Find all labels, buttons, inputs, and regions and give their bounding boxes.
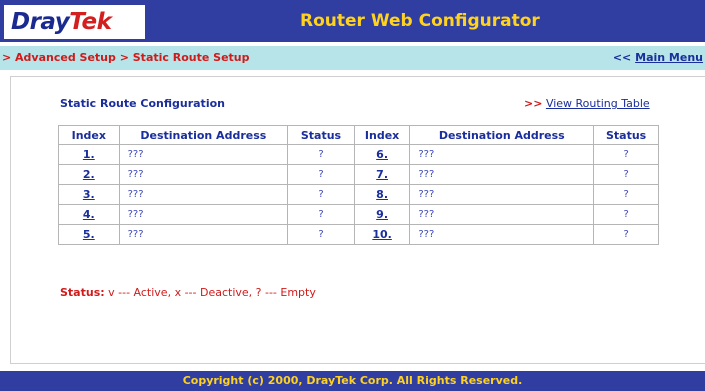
index-cell: 9. bbox=[353, 204, 411, 225]
destination-cell: ??? bbox=[118, 224, 289, 245]
header-bar: DrayTek Router Web Configurator bbox=[0, 0, 705, 42]
status-cell: ? bbox=[287, 224, 355, 245]
destination-cell: ??? bbox=[409, 164, 595, 185]
route-index-link[interactable]: 4. bbox=[83, 208, 95, 221]
breadcrumb: > Advanced Setup > Static Route Setup bbox=[2, 51, 250, 64]
header-status-left: Status bbox=[287, 125, 355, 145]
status-cell: ? bbox=[593, 204, 659, 225]
index-cell: 8. bbox=[353, 184, 411, 205]
route-index-link[interactable]: 3. bbox=[83, 188, 95, 201]
status-cell: ? bbox=[287, 164, 355, 185]
view-routing-link-container: >> View Routing Table bbox=[524, 97, 650, 111]
route-index-link[interactable]: 9. bbox=[376, 208, 388, 221]
top-divider bbox=[10, 76, 705, 77]
table-row: 5. ??? ? 10. ??? ? bbox=[58, 224, 659, 245]
route-index-link[interactable]: 2. bbox=[83, 168, 95, 181]
destination-cell: ??? bbox=[409, 204, 595, 225]
index-cell: 4. bbox=[58, 204, 120, 225]
bottom-divider bbox=[10, 363, 705, 364]
view-routing-arrows: >> bbox=[524, 97, 543, 110]
route-index-link[interactable]: 8. bbox=[376, 188, 388, 201]
breadcrumb-bar: > Advanced Setup > Static Route Setup <<… bbox=[0, 46, 705, 70]
table-header-row: Index Destination Address Status Index D… bbox=[58, 125, 659, 145]
main-menu-link[interactable]: Main Menu bbox=[635, 51, 703, 64]
header-destination-left: Destination Address bbox=[118, 125, 289, 145]
view-routing-table-link[interactable]: View Routing Table bbox=[546, 97, 650, 110]
status-cell: ? bbox=[593, 144, 659, 165]
destination-cell: ??? bbox=[409, 184, 595, 205]
table-row: 2. ??? ? 7. ??? ? bbox=[58, 164, 659, 185]
status-cell: ? bbox=[593, 184, 659, 205]
table-row: 4. ??? ? 9. ??? ? bbox=[58, 204, 659, 225]
index-cell: 1. bbox=[58, 144, 120, 165]
main-menu-arrows: << bbox=[612, 51, 632, 64]
status-cell: ? bbox=[593, 164, 659, 185]
footer-bar: Copyright (c) 2000, DrayTek Corp. All Ri… bbox=[0, 371, 705, 391]
status-cell: ? bbox=[287, 184, 355, 205]
header-status-right: Status bbox=[593, 125, 659, 145]
status-cell: ? bbox=[287, 144, 355, 165]
header-index-left: Index bbox=[58, 125, 120, 145]
index-cell: 6. bbox=[353, 144, 411, 165]
logo-text: DrayTek bbox=[11, 7, 112, 37]
logo-part-dray: Dray bbox=[11, 9, 70, 35]
left-border bbox=[10, 76, 11, 364]
status-legend-text: v --- Active, x --- Deactive, ? --- Empt… bbox=[104, 286, 316, 299]
route-index-link[interactable]: 10. bbox=[372, 228, 392, 241]
header-index-right: Index bbox=[353, 125, 411, 145]
app-title: Router Web Configurator bbox=[300, 11, 540, 31]
header-destination-right: Destination Address bbox=[409, 125, 595, 145]
status-legend-label: Status: bbox=[60, 286, 105, 299]
status-cell: ? bbox=[593, 224, 659, 245]
draytek-logo: DrayTek bbox=[4, 5, 145, 39]
route-index-link[interactable]: 1. bbox=[83, 148, 95, 161]
destination-cell: ??? bbox=[118, 184, 289, 205]
route-index-link[interactable]: 5. bbox=[83, 228, 95, 241]
index-cell: 5. bbox=[58, 224, 120, 245]
destination-cell: ??? bbox=[118, 144, 289, 165]
logo-part-tek: Tek bbox=[69, 9, 112, 35]
index-cell: 7. bbox=[353, 164, 411, 185]
table-row: 3. ??? ? 8. ??? ? bbox=[58, 184, 659, 205]
main-menu-link-container: << Main Menu bbox=[613, 51, 703, 65]
index-cell: 3. bbox=[58, 184, 120, 205]
status-cell: ? bbox=[287, 204, 355, 225]
copyright-text: Copyright (c) 2000, DrayTek Corp. All Ri… bbox=[182, 374, 523, 387]
section-title: Static Route Configuration bbox=[60, 97, 225, 110]
destination-cell: ??? bbox=[409, 144, 595, 165]
destination-cell: ??? bbox=[118, 164, 289, 185]
status-legend: Status: v --- Active, x --- Deactive, ? … bbox=[60, 286, 316, 300]
static-route-table: Index Destination Address Status Index D… bbox=[58, 125, 659, 245]
index-cell: 2. bbox=[58, 164, 120, 185]
table-row: 1. ??? ? 6. ??? ? bbox=[58, 144, 659, 165]
destination-cell: ??? bbox=[409, 224, 595, 245]
destination-cell: ??? bbox=[118, 204, 289, 225]
index-cell: 10. bbox=[353, 224, 411, 245]
route-index-link[interactable]: 7. bbox=[376, 168, 388, 181]
route-index-link[interactable]: 6. bbox=[376, 148, 388, 161]
